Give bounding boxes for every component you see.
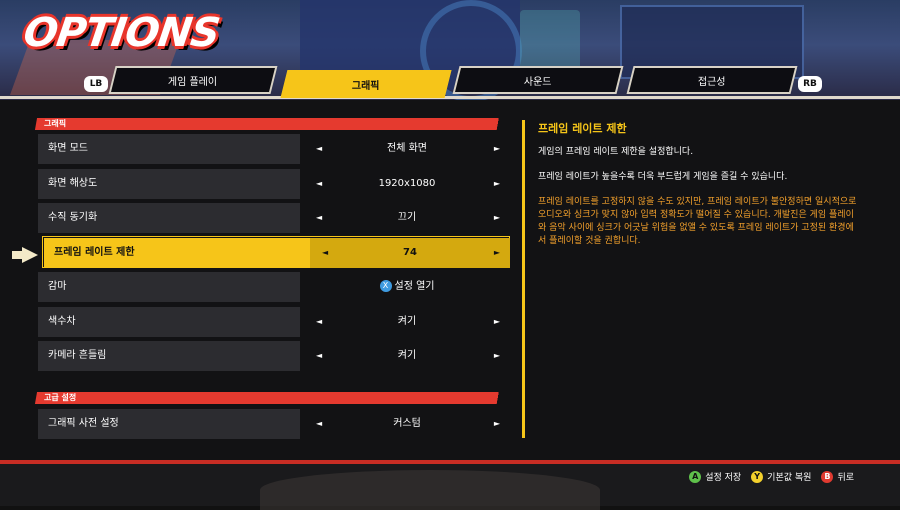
arrow-right-icon[interactable]: ► — [494, 134, 500, 164]
description-warning: 프레임 레이트를 고정하지 않을 수도 있지만, 프레임 레이트가 불안정하면 … — [538, 197, 857, 246]
a-button-icon: A — [689, 470, 702, 483]
setting-label: 그래픽 사전 설정 — [48, 418, 119, 429]
selection-pointer-icon — [12, 247, 38, 263]
button-hints: A 설정 저장 Y 기본값 복원 B 뒤로 — [689, 470, 854, 483]
b-button-icon: B — [821, 470, 834, 483]
arrow-right-icon[interactable]: ► — [494, 341, 500, 371]
description-line: 프레임 레이트가 높을수록 더욱 부드럽게 게임을 즐길 수 있습니다. — [538, 172, 788, 182]
setting-value: 켜기 — [397, 316, 417, 327]
restore-defaults-hint[interactable]: Y 기본값 복원 — [751, 470, 811, 483]
setting-row-graphics-preset[interactable]: 그래픽 사전 설정 ◄ 커스텀 ► — [38, 409, 510, 439]
save-settings-hint[interactable]: A 설정 저장 — [689, 470, 741, 483]
arrow-right-icon[interactable]: ► — [494, 203, 500, 233]
setting-row-vsync[interactable]: 수직 동기화 ◄ 끄기 ► — [38, 203, 510, 233]
tab-gameplay[interactable]: 게임 플레이 — [108, 66, 278, 94]
arrow-right-icon[interactable]: ► — [494, 169, 500, 199]
setting-label: 프레임 레이트 제한 — [54, 247, 135, 258]
lb-shoulder-button[interactable]: LB — [84, 76, 108, 92]
setting-label: 감마 — [48, 281, 67, 292]
setting-row-gamma[interactable]: 감마 X 설정 열기 — [38, 272, 510, 302]
footer-bar — [0, 460, 900, 510]
section-header-graphics: 그래픽 — [34, 118, 514, 130]
description-divider — [522, 120, 525, 438]
setting-row-display-mode[interactable]: 화면 모드 ◄ 전체 화면 ► — [38, 134, 510, 164]
tab-accessibility[interactable]: 접근성 — [626, 66, 798, 94]
arrow-right-icon[interactable]: ► — [494, 307, 500, 337]
setting-value: 1920x1080 — [378, 178, 436, 189]
setting-row-chromatic-aberration[interactable]: 색수차 ◄ 켜기 ► — [38, 307, 510, 337]
setting-row-frame-limit[interactable]: 프레임 레이트 제한 ◄ 74 ► — [38, 236, 510, 268]
tab-sound[interactable]: 사운드 — [452, 66, 624, 94]
description-title: 프레임 레이트 제한 — [538, 122, 627, 135]
setting-label: 카메라 흔들림 — [48, 350, 107, 361]
arrow-right-icon[interactable]: ► — [494, 238, 500, 268]
setting-row-camera-shake[interactable]: 카메라 흔들림 ◄ 켜기 ► — [38, 341, 510, 371]
back-hint[interactable]: B 뒤로 — [821, 470, 854, 483]
section-header-advanced: 고급 설정 — [34, 392, 514, 404]
x-button-icon: X — [379, 280, 392, 292]
setting-value: 끄기 — [397, 212, 417, 223]
description-panel: 프레임 레이트 제한 게임의 프레임 레이트 제한을 설정합니다. 프레임 레이… — [538, 120, 858, 260]
setting-label: 화면 해상도 — [48, 178, 98, 189]
setting-label: 화면 모드 — [48, 143, 88, 154]
setting-label: 색수차 — [48, 316, 76, 327]
setting-value: 74 — [403, 247, 417, 258]
y-button-icon: Y — [751, 470, 764, 483]
options-logo: OPTIONS — [20, 10, 223, 56]
setting-value: 커스텀 — [393, 418, 421, 429]
setting-value: 전체 화면 — [387, 143, 427, 154]
setting-value[interactable]: 설정 열기 — [395, 281, 435, 292]
setting-value: 켜기 — [397, 350, 417, 361]
setting-row-resolution[interactable]: 화면 해상도 ◄ 1920x1080 ► — [38, 169, 510, 199]
tab-graphics[interactable]: 그래픽 — [280, 70, 452, 98]
arrow-right-icon[interactable]: ► — [494, 409, 500, 439]
rb-shoulder-button[interactable]: RB — [798, 76, 822, 92]
setting-label: 수직 동기화 — [48, 212, 98, 223]
description-line: 게임의 프레임 레이트 제한을 설정합니다. — [538, 147, 694, 157]
